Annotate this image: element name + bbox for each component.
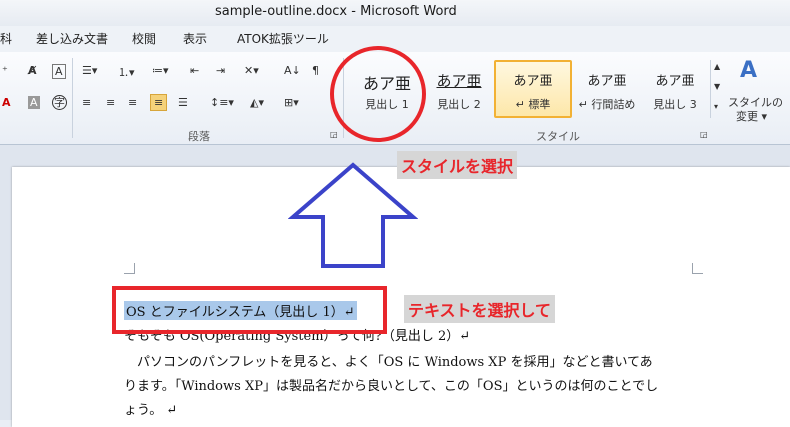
style-heading-2[interactable]: あア亜 見出し 2 bbox=[420, 60, 498, 118]
tab-review[interactable]: 校閲 bbox=[132, 30, 156, 47]
style-sample: あア亜 bbox=[587, 74, 627, 89]
paragraph-group-label: 段落 bbox=[188, 130, 210, 143]
justify-icon[interactable]: ≡ bbox=[150, 94, 168, 111]
style-label: ↵ 標準 bbox=[515, 98, 551, 111]
sort-icon[interactable]: A↓ bbox=[284, 64, 301, 77]
scroll-down-icon[interactable]: ▼ bbox=[714, 82, 720, 91]
style-normal[interactable]: あア亜 ↵ 標準 bbox=[494, 60, 572, 118]
styles-dialog-launcher-icon[interactable]: ◲ bbox=[700, 130, 708, 139]
font-color-icon[interactable]: A bbox=[2, 96, 11, 109]
style-gallery-scroller[interactable]: ▲ ▼ ▾ bbox=[710, 60, 725, 118]
clear-format-icon[interactable]: A̸ bbox=[28, 64, 37, 77]
margin-corner-mark bbox=[692, 263, 703, 274]
title-bar: sample-outline.docx - Microsoft Word bbox=[0, 0, 790, 26]
change-styles-icon: A bbox=[740, 58, 758, 83]
distributed-icon[interactable]: ☰ bbox=[178, 96, 188, 109]
body-line[interactable]: パソコンのパンフレットを見ると、よく「OS に Windows XP を採用」な… bbox=[124, 351, 653, 370]
style-label: 見出し 2 bbox=[437, 98, 481, 111]
style-sample: あア亜 bbox=[513, 74, 553, 89]
style-heading-3[interactable]: あア亜 見出し 3 bbox=[636, 60, 714, 118]
align-right-icon[interactable]: ≡ bbox=[128, 96, 137, 109]
style-label: 見出し 3 bbox=[653, 98, 697, 111]
style-sample: あア亜 bbox=[655, 74, 695, 89]
enclose-char-icon[interactable]: 字 bbox=[52, 95, 67, 110]
tab-view[interactable]: 表示 bbox=[183, 30, 207, 47]
margin-corner-mark bbox=[124, 263, 135, 274]
scroll-up-icon[interactable]: ▲ bbox=[714, 62, 720, 71]
annotation-select-style: スタイルを選択 bbox=[397, 151, 518, 179]
line-spacing-icon[interactable]: ↕≡▾ bbox=[210, 96, 234, 109]
window-title: sample-outline.docx - Microsoft Word bbox=[215, 4, 457, 19]
body-line[interactable]: ょう。 ↵ bbox=[124, 399, 177, 418]
annotation-select-text: テキストを選択して bbox=[404, 295, 556, 323]
asian-layout-icon[interactable]: ✕▾ bbox=[244, 64, 259, 77]
tab-mailings[interactable]: 差し込み文書 bbox=[36, 30, 108, 47]
bullets-icon[interactable]: ☰▾ bbox=[82, 64, 97, 77]
group-divider bbox=[72, 58, 73, 138]
text-highlight-rect bbox=[112, 286, 387, 334]
show-marks-icon[interactable]: ¶ bbox=[312, 64, 319, 77]
style-highlight-circle bbox=[330, 46, 426, 142]
decrease-indent-icon[interactable]: ⇤ bbox=[190, 64, 199, 77]
tab-atok[interactable]: ATOK拡張ツール bbox=[237, 30, 329, 47]
change-styles-button[interactable]: A スタイルの 変更 ▾ bbox=[728, 58, 784, 124]
style-label: ↵ 行間詰め bbox=[578, 98, 636, 111]
font-size-grow-icon[interactable]: ⁺ bbox=[2, 64, 8, 77]
body-line[interactable]: ります。「Windows XP」は製品名だから良いとして、この「OS」というのは… bbox=[124, 375, 658, 394]
char-border-icon[interactable]: A bbox=[52, 64, 66, 79]
char-shading-icon[interactable]: A bbox=[28, 96, 40, 109]
multilevel-list-icon[interactable]: ≔▾ bbox=[152, 64, 169, 77]
align-left-icon[interactable]: ≡ bbox=[82, 96, 91, 109]
numbering-icon[interactable]: ⒈▾ bbox=[118, 64, 135, 80]
styles-group-label: スタイル bbox=[536, 130, 580, 143]
borders-icon[interactable]: ⊞▾ bbox=[284, 96, 299, 109]
style-no-spacing[interactable]: あア亜 ↵ 行間詰め bbox=[568, 60, 646, 118]
paragraph-dialog-launcher-icon[interactable]: ◲ bbox=[330, 130, 338, 139]
gallery-more-icon[interactable]: ▾ bbox=[714, 102, 718, 111]
shading-icon[interactable]: ◭▾ bbox=[250, 96, 264, 109]
tab-partial[interactable]: 科 bbox=[0, 30, 12, 47]
align-center-icon[interactable]: ≡ bbox=[106, 96, 115, 109]
style-sample: あア亜 bbox=[436, 72, 482, 90]
increase-indent-icon[interactable]: ⇥ bbox=[216, 64, 225, 77]
change-styles-label: 変更 ▾ bbox=[736, 110, 768, 123]
